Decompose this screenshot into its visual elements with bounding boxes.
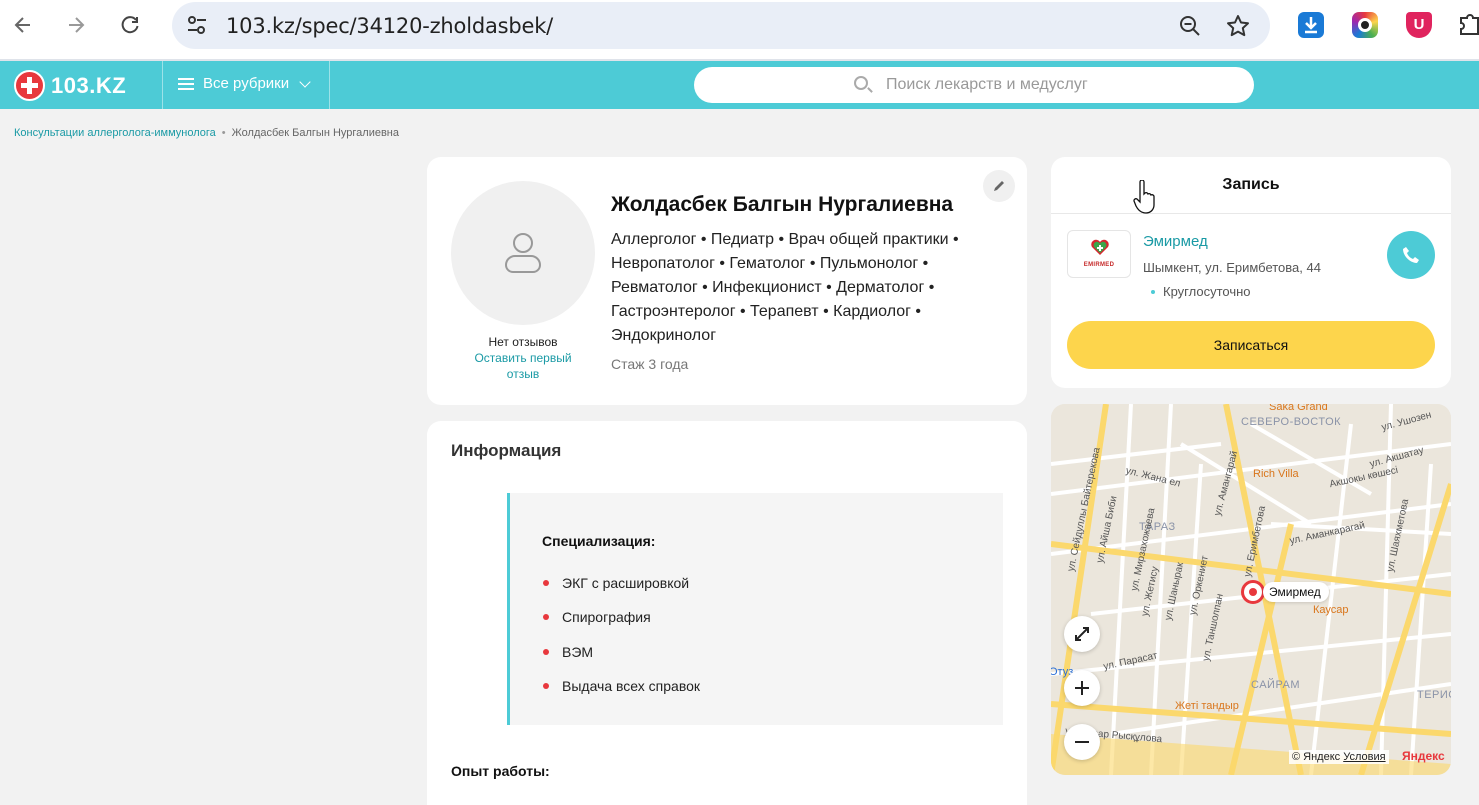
reload-icon[interactable]	[112, 7, 148, 43]
info-card: Информация Специализация: ЭКГ с расширов…	[427, 421, 1027, 805]
experience-heading: Опыт работы:	[451, 763, 550, 779]
map-district-label: ТЕРИС	[1417, 689, 1451, 701]
list-item-text: ЭКГ с расшировкой	[562, 575, 690, 591]
map-district-label: СЕВЕРО-ВОСТОК	[1241, 416, 1342, 428]
map-poi-label[interactable]: Rich Villa	[1253, 468, 1299, 480]
list-item: ВЭМ	[543, 644, 594, 660]
yandex-logo[interactable]: Яндекс	[1402, 749, 1445, 763]
list-item-text: ВЭМ	[562, 644, 594, 660]
map-terms-link[interactable]: Условия	[1343, 751, 1385, 763]
pencil-icon	[994, 181, 1004, 191]
status-dot-icon	[1151, 290, 1155, 294]
booking-card: Запись EMIRMED Эмирмед Шымкент, ул. Ерим…	[1051, 157, 1451, 388]
forward-arrow-icon[interactable]	[58, 7, 94, 43]
search-box	[694, 67, 1254, 103]
hand-cursor-icon	[1133, 180, 1155, 214]
list-item-text: Выдача всех справок	[562, 678, 701, 694]
doctor-specialties: Аллерголог • Педиатр • Врач общей практи…	[611, 228, 1006, 348]
breadcrumb: Консультации аллерголога-иммунолога • Жо…	[14, 127, 399, 139]
header-divider	[329, 61, 330, 109]
avatar	[451, 181, 595, 325]
logo-text: 103.KZ	[51, 72, 127, 98]
zoom-out-icon[interactable]	[1178, 14, 1202, 43]
edit-button[interactable]	[983, 170, 1015, 202]
zoom-out-button[interactable]	[1064, 724, 1100, 760]
map-poi-label[interactable]: Каусар	[1313, 604, 1349, 616]
list-item: Выдача всех справок	[543, 678, 701, 694]
specialties-line: Эндокринолог	[611, 327, 717, 344]
bullet-icon	[543, 649, 549, 655]
clinic-hours: Круглосуточно	[1163, 284, 1251, 299]
book-appointment-button[interactable]: Записаться	[1067, 321, 1435, 369]
map-pin-icon[interactable]	[1241, 580, 1265, 604]
clinic-name-link[interactable]: Эмирмед	[1143, 233, 1208, 250]
specialties-line: Аллерголог • Педиатр • Врач общей практи…	[611, 231, 959, 248]
list-item: Спирография	[543, 609, 651, 625]
breadcrumb-current: Жолдасбек Балгын Нургалиевна	[231, 127, 399, 139]
rubrics-label: Все рубрики	[203, 75, 290, 92]
specialties-line: Ревматолог • Инфекционист • Дерматолог •	[611, 279, 935, 296]
screenshot-extension-icon[interactable]	[1352, 12, 1378, 38]
extensions-puzzle-icon[interactable]	[1458, 12, 1479, 43]
booking-title: Запись	[1222, 176, 1280, 193]
download-extension-icon[interactable]	[1298, 12, 1324, 38]
specialties-line: Невропатолог • Гематолог • Пульмонолог •	[611, 255, 929, 272]
site-header: 103.KZ Все рубрики	[0, 61, 1479, 109]
site-logo[interactable]: 103.KZ	[14, 70, 126, 101]
no-reviews-text: Нет отзывов	[488, 335, 558, 349]
browser-toolbar: 103.kz/spec/34120-zholdasbek/ U	[0, 0, 1479, 60]
clinic-logo-text: EMIRMED	[1083, 262, 1115, 268]
divider	[1051, 213, 1451, 214]
url-text: 103.kz/spec/34120-zholdasbek/	[226, 13, 554, 38]
phone-icon	[1403, 247, 1419, 263]
search-input[interactable]	[886, 67, 1226, 103]
chevron-down-icon	[299, 75, 311, 88]
bookmark-star-icon[interactable]	[1225, 13, 1251, 44]
all-rubrics-button[interactable]: Все рубрики	[178, 75, 311, 92]
red-cross-icon	[14, 70, 45, 101]
doctor-profile-card: Нет отзывов Оставить первый отзыв Жолдас…	[427, 157, 1027, 405]
map[interactable]: Saka Grand СЕВЕРО-ВОСТОК ул. Ушозен ул. …	[1051, 404, 1451, 775]
map-district-label: САЙРАМ	[1251, 679, 1301, 691]
bullet-icon	[543, 683, 549, 689]
doctor-name: Жолдасбек Балгын Нургалиевна	[611, 193, 954, 216]
heart-icon	[1091, 239, 1109, 255]
bullet-icon	[543, 614, 549, 620]
minus-icon	[1075, 741, 1089, 743]
map-pin-label[interactable]: Эмирмед	[1263, 582, 1329, 602]
map-poi-label[interactable]: Saka Grand	[1269, 404, 1328, 413]
plus-icon	[1075, 681, 1089, 695]
specialization-block: Специализация: ЭКГ с расшировкой Спирогр…	[507, 493, 1003, 725]
list-item: ЭКГ с расшировкой	[543, 575, 690, 591]
specialization-heading: Специализация:	[542, 533, 656, 549]
fullscreen-button[interactable]	[1064, 616, 1100, 652]
ublock-extension-icon[interactable]: U	[1406, 12, 1432, 38]
user-icon	[513, 233, 533, 253]
address-bar[interactable]: 103.kz/spec/34120-zholdasbek/	[172, 2, 1270, 49]
doctor-experience: Стаж 3 года	[611, 356, 689, 372]
breadcrumb-separator: •	[221, 127, 226, 139]
back-arrow-icon[interactable]	[5, 7, 41, 43]
bullet-icon	[543, 580, 549, 586]
info-title: Информация	[451, 441, 562, 460]
list-item-text: Спирография	[562, 609, 651, 625]
expand-icon	[1075, 627, 1089, 641]
clinic-address: Шымкент, ул. Еримбетова, 44	[1143, 260, 1321, 275]
zoom-in-button[interactable]	[1064, 670, 1100, 706]
map-copyright: © Яндекс Условия	[1289, 750, 1389, 764]
map-copyright-text: © Яндекс	[1292, 751, 1341, 763]
header-divider	[162, 61, 163, 109]
menu-icon	[178, 77, 194, 90]
specialties-line: Гастроэнтеролог • Терапевт • Кардиолог •	[611, 303, 921, 320]
clinic-logo[interactable]: EMIRMED	[1067, 230, 1131, 278]
leave-review-link[interactable]: Оставить первый отзыв	[461, 350, 585, 382]
site-settings-icon[interactable]	[186, 15, 208, 40]
map-poi-label[interactable]: Жеті тандыр	[1175, 700, 1239, 712]
breadcrumb-parent-link[interactable]: Консультации аллерголога-иммунолога	[14, 127, 216, 139]
user-icon-body	[505, 255, 541, 273]
call-button[interactable]	[1387, 231, 1435, 279]
search-icon	[854, 76, 868, 90]
